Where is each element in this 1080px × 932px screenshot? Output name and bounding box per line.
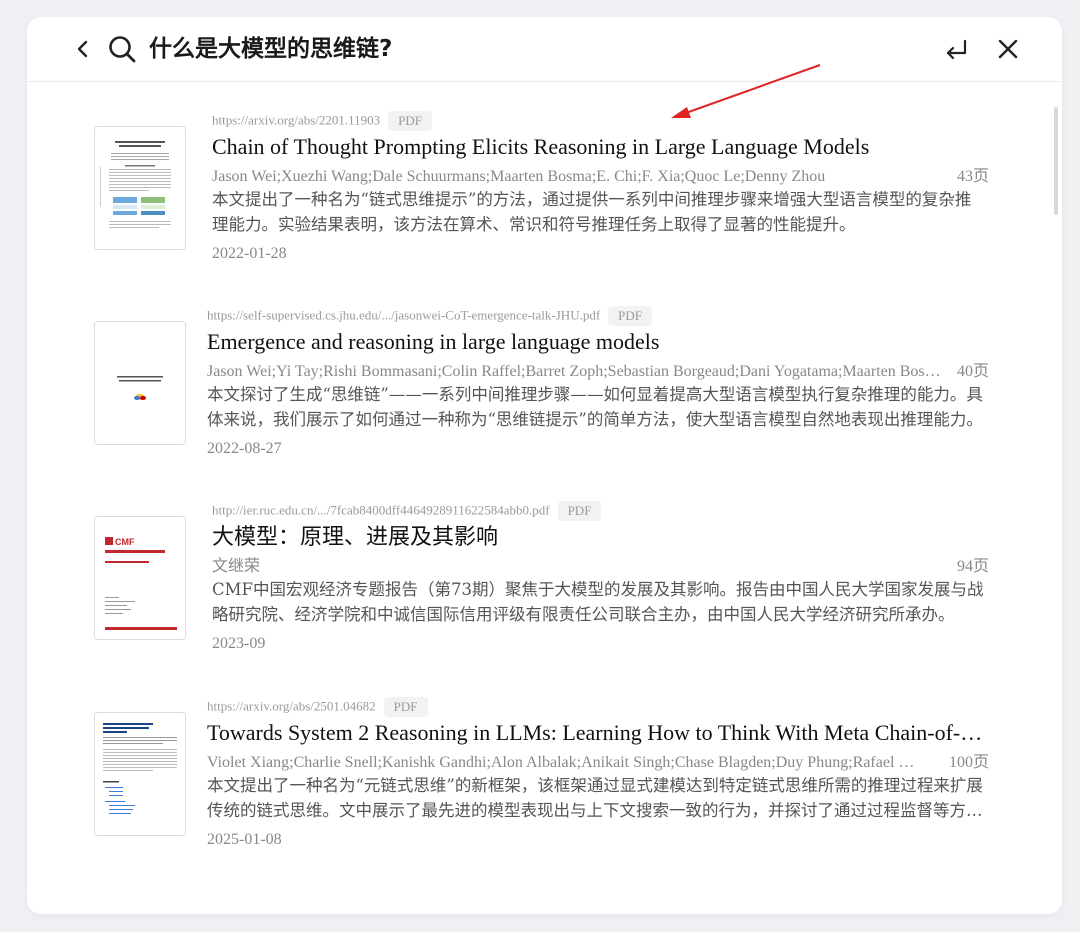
back-icon[interactable]: [71, 35, 95, 63]
result-date: 2022-08-27: [207, 440, 282, 457]
result-url[interactable]: http://ier.ruc.edu.cn/.../7fcab8400dff44…: [212, 503, 550, 518]
result-title[interactable]: Towards System 2 Reasoning in LLMs: Lear…: [207, 718, 985, 748]
pdf-badge: PDF: [557, 500, 602, 521]
result-page-count: 40页: [956, 363, 989, 380]
result-summary: CMF中国宏观经济专题报告（第73期）聚焦于大模型的发展及其影响。报告由中国人民…: [212, 580, 984, 624]
result-summary: 本文探讨了生成“思维链”——一系列中间推理步骤——如何显着提高大型语言模型执行复…: [207, 385, 983, 429]
search-results-panel: 什么是大模型的思维链? https://arxiv.org/abs/2201.1…: [27, 17, 1062, 914]
result-authors: 文继荣: [212, 558, 261, 575]
pdf-badge: PDF: [383, 696, 428, 717]
pdf-thumbnail[interactable]: [94, 126, 186, 250]
pdf-badge: PDF: [388, 110, 433, 131]
result-authors: Jason Wei;Yi Tay;Rishi Bommasani;Colin R…: [207, 363, 943, 380]
result-summary: 本文提出了一种名为“元链式思维”的新框架，该框架通过显式建模达到特定链式思维所需…: [207, 776, 983, 820]
result-title[interactable]: Emergence and reasoning in large languag…: [207, 327, 982, 357]
pdf-badge: PDF: [608, 305, 653, 326]
result-url[interactable]: https://arxiv.org/abs/2201.11903: [212, 113, 380, 128]
result-authors: Jason Wei;Xuezhi Wang;Dale Schuurmans;Ma…: [212, 168, 826, 185]
search-icon: [107, 34, 137, 64]
result-title[interactable]: Chain of Thought Prompting Elicits Reaso…: [212, 132, 972, 162]
result-source: https://self-supervised.cs.jhu.edu/.../j…: [207, 305, 653, 326]
result-source: https://arxiv.org/abs/2501.04682 PDF: [207, 696, 428, 717]
cmf-logo-mark: [105, 537, 113, 545]
result-url[interactable]: https://arxiv.org/abs/2501.04682: [207, 699, 376, 714]
result-source: http://ier.ruc.edu.cn/.../7fcab8400dff44…: [212, 500, 602, 521]
pdf-thumbnail[interactable]: [94, 712, 186, 836]
result-source: https://arxiv.org/abs/2201.11903 PDF: [212, 110, 433, 131]
search-query[interactable]: 什么是大模型的思维链?: [149, 31, 392, 67]
result-authors: Violet Xiang;Charlie Snell;Kanishk Gandh…: [207, 754, 922, 771]
pdf-thumbnail[interactable]: CMF: [94, 516, 186, 640]
result-summary: 本文提出了一种名为“链式思维提示”的方法，通过提供一系列中间推理步骤来增强大型语…: [212, 190, 972, 234]
result-page-count: 43页: [956, 168, 989, 185]
result-title[interactable]: 大模型：原理、进展及其影响: [212, 522, 972, 552]
pdf-thumbnail[interactable]: [94, 321, 186, 445]
result-date: 2023-09: [212, 635, 266, 652]
search-header: 什么是大模型的思维链?: [27, 17, 1062, 82]
close-icon[interactable]: [995, 36, 1021, 62]
result-date: 2022-01-28: [212, 245, 287, 262]
result-url[interactable]: https://self-supervised.cs.jhu.edu/.../j…: [207, 308, 600, 323]
enter-icon[interactable]: [943, 36, 969, 62]
scrollbar-thumb[interactable]: [1054, 107, 1058, 215]
result-page-count: 94页: [956, 558, 989, 575]
result-date: 2025-01-08: [207, 831, 282, 848]
result-page-count: 100页: [948, 754, 989, 771]
cmf-logo-text: CMF: [115, 537, 135, 547]
